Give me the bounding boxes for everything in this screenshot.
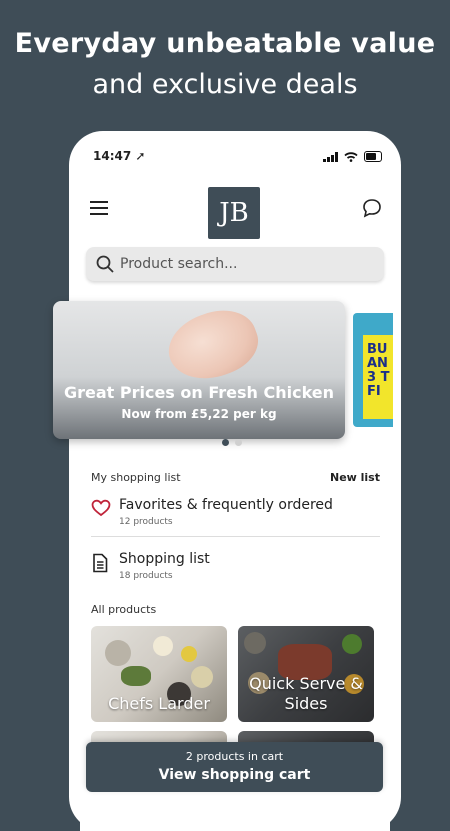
all-products-header: All products [91, 603, 380, 616]
status-bar: 14:47 ➚ [93, 149, 382, 167]
heart-icon [91, 499, 111, 517]
status-time: 14:47 ➚ [93, 149, 146, 163]
battery-icon [364, 151, 382, 162]
shopping-list-heading: My shopping list [91, 471, 181, 484]
search-icon [96, 255, 114, 273]
tile-label: Quick Serve & Sides [249, 674, 363, 713]
category-tile-chefs-larder[interactable]: Chefs Larder [91, 626, 227, 722]
banner-title: Great Prices on Fresh Chicken [63, 383, 335, 402]
app-screen: 14:47 ➚ JB Product search... Great Price… [53, 141, 393, 831]
new-list-link[interactable]: New list [330, 471, 380, 484]
chat-icon[interactable] [362, 198, 382, 218]
view-cart-button[interactable]: View shopping cart [86, 767, 383, 783]
chicken-image [159, 301, 267, 391]
carousel-dots [222, 439, 242, 446]
category-tile-quick-serve[interactable]: Quick Serve & Sides [238, 626, 374, 722]
brand-logo[interactable]: JB [208, 187, 260, 239]
list-item-favorites[interactable]: Favorites & frequently ordered 12 produc… [91, 493, 380, 537]
all-products-heading: All products [91, 603, 157, 616]
list-item-label: Favorites & frequently ordered [119, 497, 333, 513]
carousel-dot[interactable] [235, 439, 242, 446]
divider [91, 536, 380, 537]
promo-line-2: and exclusive deals [92, 69, 358, 100]
signal-icon [323, 151, 338, 162]
wifi-icon [344, 151, 358, 162]
list-item-count: 12 products [119, 517, 173, 527]
search-placeholder: Product search... [120, 256, 238, 272]
shopping-list-header: My shopping list New list [91, 471, 380, 484]
banner-subtitle: Now from £5,22 per kg [121, 407, 277, 421]
phone-frame: 14:47 ➚ JB Product search... Great Price… [53, 131, 401, 831]
status-icons [323, 151, 382, 162]
cart-count: 2 products in cart [185, 750, 284, 763]
list-item-label: Shopping list [119, 551, 210, 567]
menu-icon[interactable] [90, 201, 108, 215]
promo-headline: Everyday unbeatable value and exclusive … [0, 26, 450, 104]
next-banner-text: BU AN 3 T FI [363, 335, 393, 419]
promo-line-1: Everyday unbeatable value [14, 28, 436, 59]
document-icon [93, 553, 108, 573]
carousel-dot-active[interactable] [222, 439, 229, 446]
view-cart-bar[interactable]: 2 products in cart View shopping cart [86, 742, 383, 792]
search-input[interactable]: Product search... [86, 247, 384, 281]
tile-label: Chefs Larder [108, 694, 210, 713]
next-banner-preview[interactable]: BU AN 3 T FI [353, 313, 393, 427]
list-item-shopping-list[interactable]: Shopping list 18 products [91, 547, 380, 591]
promo-banner[interactable]: Great Prices on Fresh Chicken Now from £… [53, 301, 345, 439]
list-item-count: 18 products [119, 571, 173, 581]
app-header: JB [80, 181, 390, 239]
